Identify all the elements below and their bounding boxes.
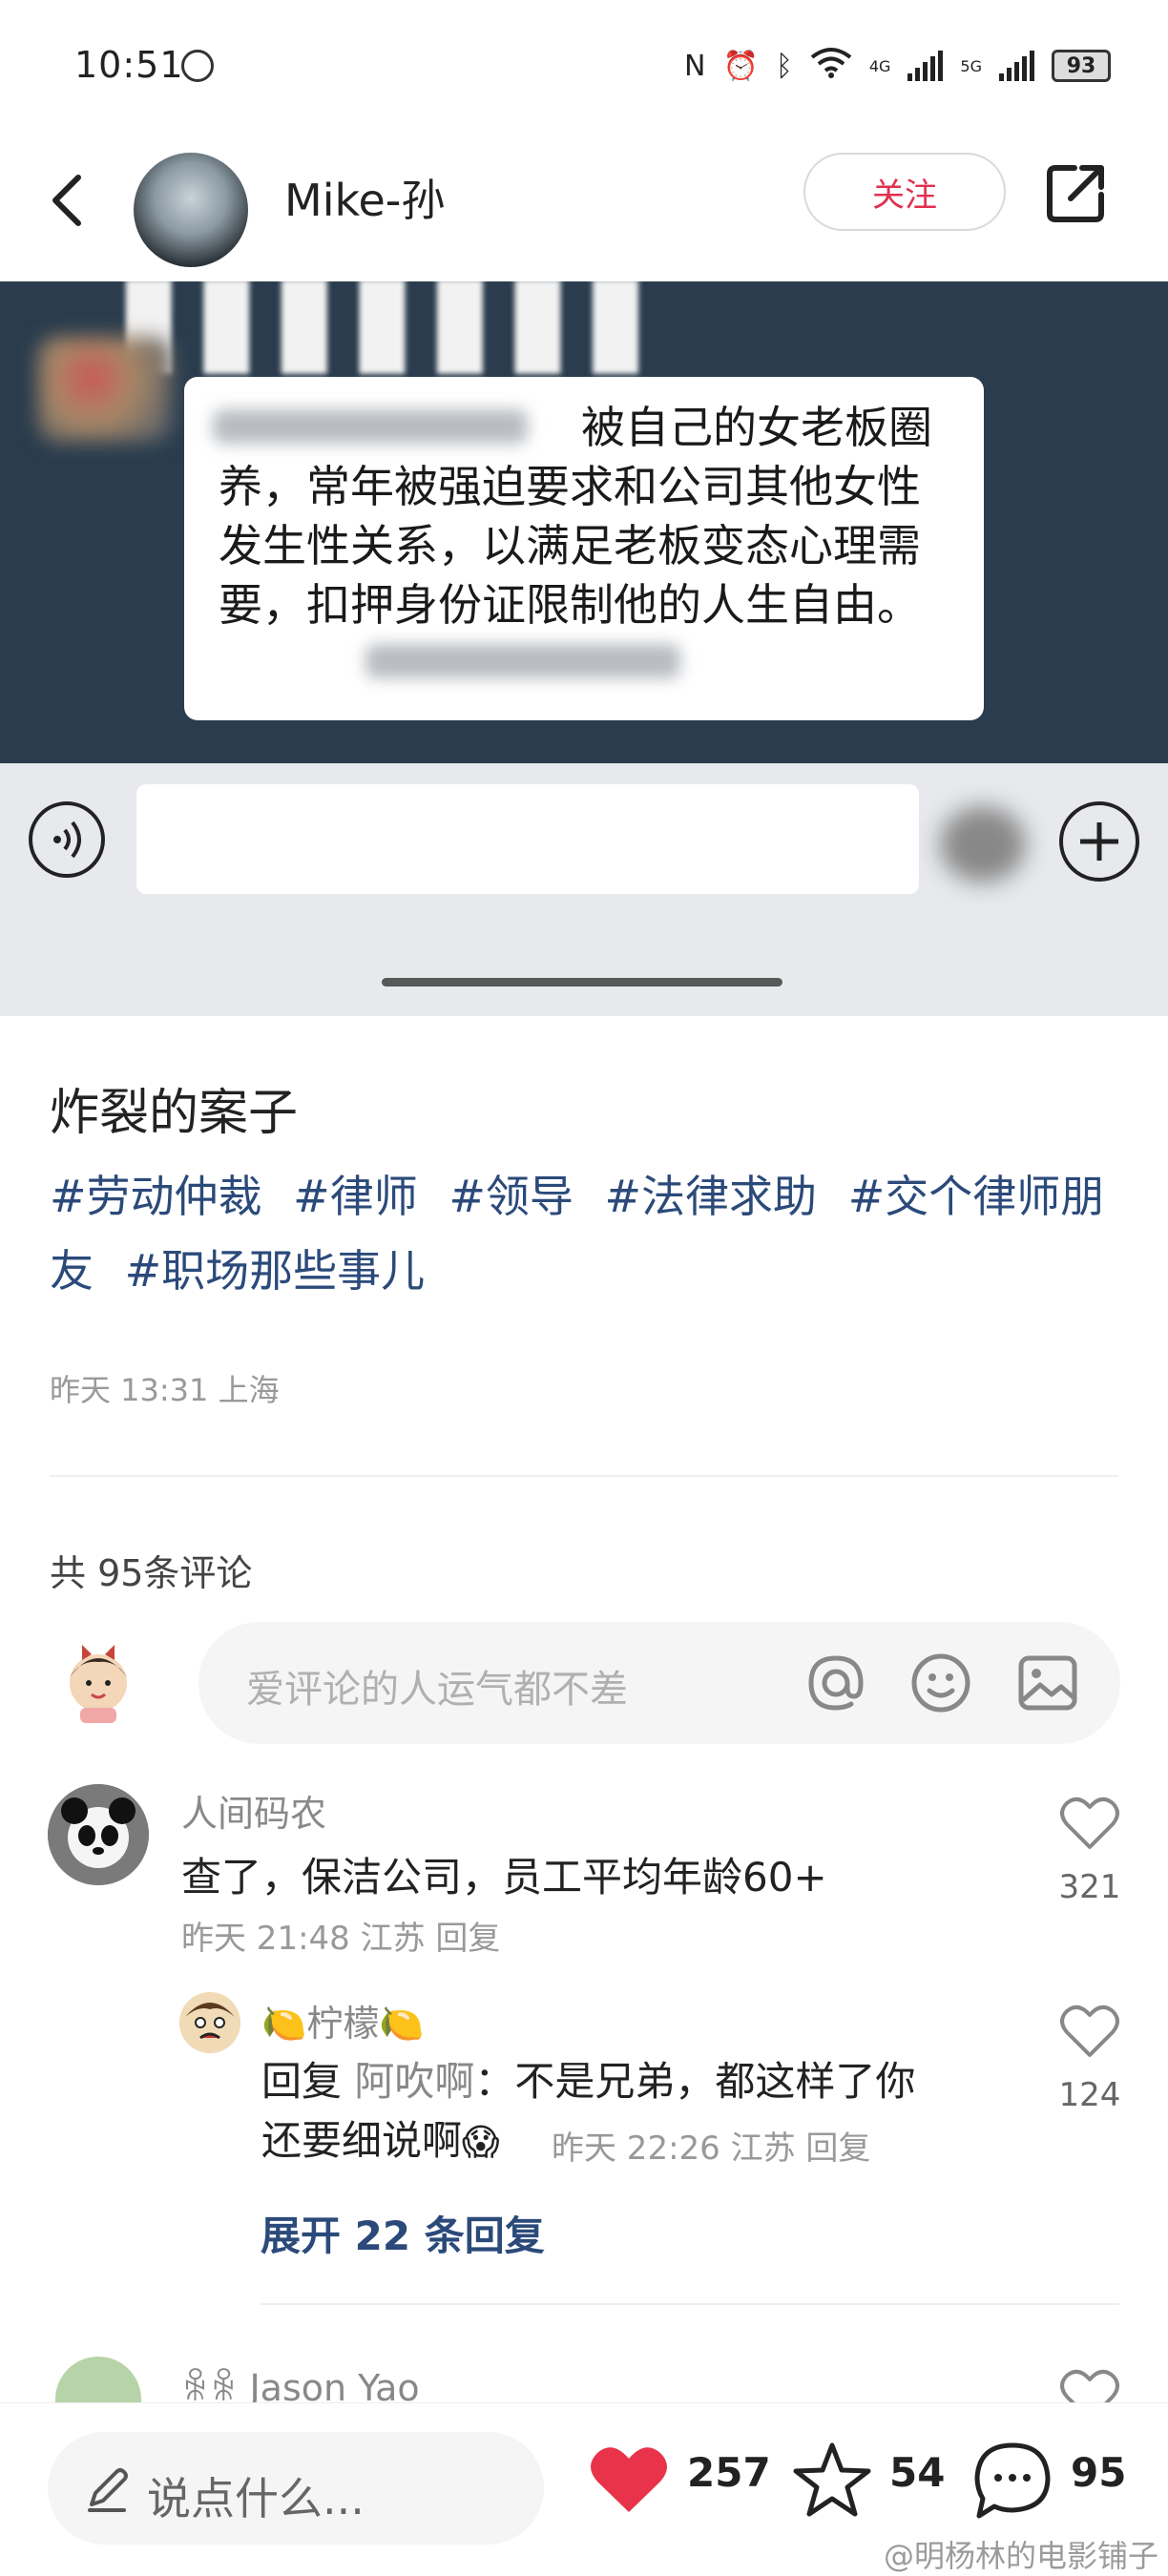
image-home-indicator [382,978,782,987]
status-time: 10:51 [74,44,184,86]
post-title: 炸裂的案子 [50,1085,299,1142]
post-meta: 昨天 13:31 上海 [50,1372,280,1408]
bottom-comment-input[interactable]: 说点什么... [48,2432,544,2545]
wifi-icon [810,46,852,86]
comment-input[interactable]: 爱评论的人运气都不差 [198,1622,1120,1744]
post-tags: #劳动仲裁 #律师 #领导 #法律求助 #交个律师朋友 #职场那些事儿 [50,1159,1128,1308]
image-chat-field [136,784,919,894]
reply-text-continuation: 还要细说啊 [261,2117,463,2164]
tag-link[interactable]: #职场那些事儿 [125,1245,426,1297]
expand-replies-link[interactable]: 展开 22 条回复 [261,2204,545,2262]
star-total: 54 [889,2449,946,2496]
follow-button[interactable]: 关注 [803,153,1006,231]
chat-bubble: 被自己的女老板圈养，常年被强迫要求和公司其他女性发生性关系，以满足老板变态心理需… [184,377,984,720]
hand-icon [181,50,214,82]
signal-icon [999,51,1034,81]
divider [50,1475,1118,1477]
comment-author[interactable]: 🍋柠檬🍋 [261,1994,425,2046]
heart-filled-icon[interactable] [588,2441,670,2518]
nfc-icon: N [684,49,706,83]
post-image[interactable]: ▮▮▮▮▮▮▮ 被自己的女老板圈养，常年被强迫要求和公司其他女性发生性关系，以满… [0,281,1168,1016]
image-chat-input-bar [0,763,1168,1016]
post-header: Mike-孙 关注 [0,134,1168,281]
bluetooth-icon: ᛒ [775,49,793,83]
shocked-emoji: 😱 [462,2121,500,2163]
like-count: 321 [1058,1868,1121,1906]
comment-count: 共 95条评论 [50,1552,253,1594]
comment-meta[interactable]: 昨天 21:48 江苏 回复 [181,1912,500,1959]
blurred-emoji-icon [940,806,1026,883]
plus-icon [1059,801,1139,882]
star-icon[interactable] [792,2440,872,2520]
signal-icon [907,51,944,81]
tag-link[interactable]: #法律求助 [605,1171,818,1222]
comment-author[interactable]: 人间码农 [181,1784,326,1837]
bottom-input-placeholder: 说点什么... [147,2473,365,2524]
comment-total: 95 [1071,2449,1127,2496]
redacted-text [213,409,528,444]
reply-text-line2: 还要细说啊😱 [261,2112,500,2171]
like-heart-icon[interactable] [1059,1796,1120,1851]
alarm-icon: ⏰ [722,49,759,83]
emoji-icon[interactable] [908,1651,973,1715]
reply-to-user[interactable]: 阿吹啊 [354,2058,474,2105]
like-count: 124 [1058,2076,1121,2114]
bottom-action-bar: 说点什么... 257 54 95 @明杨林的电影铺子 [0,2402,1168,2576]
like-total: 257 [687,2449,771,2496]
network-4g-label: 4G [868,56,891,75]
commenter-avatar[interactable] [48,1784,149,1885]
status-bar: 10:51 N ⏰ ᛒ 4G 5G 93 [0,0,1168,134]
network-5g-label: 5G [960,56,982,75]
tag-link[interactable]: #律师 [293,1171,418,1222]
commenter-avatar[interactable] [179,1992,240,2053]
like-heart-icon[interactable] [1059,2004,1120,2059]
comment-meta[interactable]: 昨天 22:26 江苏 回复 [552,2122,870,2169]
reply-text: 回复 阿吹啊：不是兄弟，都这样了你 [261,2053,1006,2110]
author-name[interactable]: Mike-孙 [284,166,445,229]
comment-text: 查了，保洁公司，员工平均年龄60+ [181,1854,827,1901]
comment-bubble-icon[interactable] [971,2440,1053,2522]
watermark: @明杨林的电影铺子 [883,2538,1158,2574]
image-dark-background: ▮▮▮▮▮▮▮ 被自己的女老板圈养，常年被强迫要求和公司其他女性发生性关系，以满… [0,281,1168,763]
blurred-chat-avatar [38,337,172,442]
author-avatar[interactable] [134,153,248,267]
comment-input-placeholder: 爱评论的人运气都不差 [246,1668,628,1712]
image-banner-blurred: ▮▮▮▮▮▮▮ [115,281,659,388]
back-arrow-icon[interactable] [42,162,99,239]
image-icon[interactable] [1015,1651,1080,1715]
voice-icon [29,801,105,878]
divider [261,2303,1119,2305]
redacted-text [365,644,680,678]
mention-icon[interactable] [803,1651,868,1715]
battery-icon: 93 [1052,50,1111,82]
tag-link[interactable]: #领导 [448,1171,574,1222]
share-icon[interactable] [1042,160,1109,227]
status-icons: N ⏰ ᛒ 4G 5G 93 [684,46,1111,86]
reply-prefix: 回复 [261,2058,355,2105]
pencil-icon [88,2468,128,2512]
tag-link[interactable]: #劳动仲裁 [50,1171,262,1222]
reply-text-line1: ：不是兄弟，都这样了你 [474,2058,916,2105]
my-avatar [70,1645,127,1723]
